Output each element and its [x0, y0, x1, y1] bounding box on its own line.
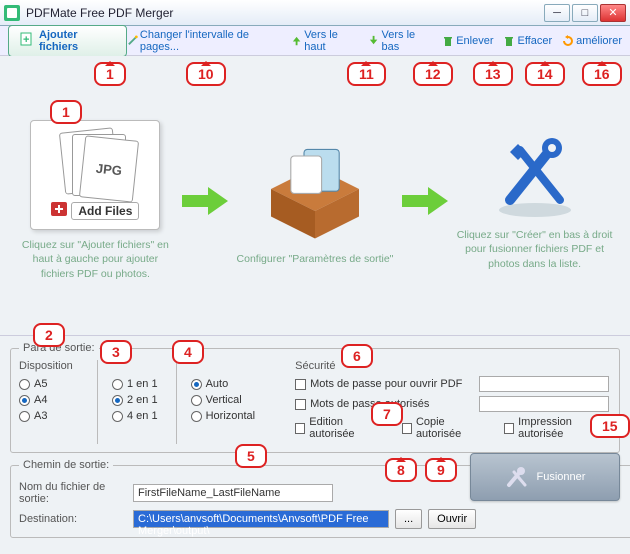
open-password-input[interactable] — [479, 376, 609, 392]
permissions-row: Edition autorisée Copie autorisée Impres… — [295, 416, 611, 444]
refresh-icon — [562, 35, 574, 47]
callout-3: 3 — [100, 340, 132, 364]
minimize-button[interactable]: ─ — [544, 4, 570, 22]
callout-2: 2 — [33, 323, 65, 347]
radio-a4[interactable]: A4 — [19, 394, 79, 406]
step-2-caption: Configurer "Paramètres de sortie" — [237, 252, 394, 266]
toolbar-links: Changer l'intervalle de pages... Vers le… — [127, 29, 622, 53]
destination-label: Destination: — [19, 513, 127, 525]
wand-icon — [127, 35, 138, 47]
sheet-jpg: JPG — [79, 136, 139, 203]
callout-1: 1 — [94, 62, 126, 86]
radio-a3[interactable]: A3 — [19, 410, 79, 422]
radio-4in1[interactable]: 4 en 1 — [112, 410, 158, 422]
step-1: PDF JPG Add Files Cliquez sur "Ajouter f… — [15, 120, 175, 281]
app-icon — [4, 5, 20, 21]
radio-2in1[interactable]: 2 en 1 — [112, 394, 158, 406]
arrow-down-icon — [368, 35, 379, 47]
window-controls: ─ □ ✕ — [544, 4, 626, 22]
toolbar: + Ajouter fichiers Changer l'intervalle … — [0, 26, 630, 56]
trash-icon — [442, 35, 454, 47]
disposition-label: Disposition — [19, 360, 79, 372]
add-files-panel-footer: Add Files — [51, 200, 139, 220]
check-open-password[interactable]: Mots de passe pour ouvrir PDF — [295, 376, 611, 392]
callout-15: 15 — [590, 414, 630, 438]
trash-icon — [503, 35, 515, 47]
file-stack-icon: PDF JPG — [50, 130, 140, 200]
output-name-input[interactable] — [133, 484, 333, 502]
step-2: Configurer "Paramètres de sortie" — [235, 134, 395, 266]
svg-text:+: + — [23, 34, 29, 46]
arrow-right-icon — [402, 187, 448, 215]
destination-input[interactable]: C:\Users\anvsoft\Documents\Anvsoft\PDF F… — [133, 510, 389, 528]
security-group: Sécurité Mots de passe pour ouvrir PDF M… — [295, 360, 611, 444]
window-title: PDFMate Free PDF Merger — [26, 6, 173, 20]
radio-vertical[interactable]: Vertical — [191, 394, 256, 406]
callout-4: 4 — [172, 340, 204, 364]
title-bar: PDFMate Free PDF Merger ─ □ ✕ — [0, 0, 630, 26]
tools-icon — [490, 130, 580, 220]
callout-8: 8 — [385, 458, 417, 482]
merge-button[interactable]: Fusionner — [470, 453, 620, 501]
callout-5: 5 — [235, 444, 267, 468]
arrow-right-icon — [182, 187, 228, 215]
layout-groups: Disposition A5 A4 A3 1 en 1 2 en 1 4 en … — [19, 360, 255, 444]
improve-link[interactable]: améliorer — [562, 29, 622, 53]
clear-link[interactable]: Effacer — [503, 29, 552, 53]
check-auth-password[interactable]: Mots de passe autorisés — [295, 396, 611, 412]
main-steps-area: PDF JPG Add Files Cliquez sur "Ajouter f… — [0, 56, 630, 336]
move-up-link[interactable]: Vers le haut — [291, 29, 358, 53]
plus-badge-icon — [51, 202, 67, 219]
callout-6: 6 — [341, 344, 373, 368]
settings-area: Para de sortie: Disposition A5 A4 A3 1 e… — [0, 336, 630, 554]
auth-password-input[interactable] — [479, 396, 609, 412]
callout-16: 16 — [582, 62, 622, 86]
callout-10: 10 — [186, 62, 226, 86]
move-down-link[interactable]: Vers le bas — [368, 29, 432, 53]
step-3-caption: Cliquez sur "Créer" en bas à droit pour … — [455, 228, 615, 271]
callout-11: 11 — [347, 62, 386, 86]
browse-button[interactable]: ... — [395, 509, 422, 529]
arrow-up-icon — [291, 35, 302, 47]
nup-group: 1 en 1 2 en 1 4 en 1 — [97, 360, 158, 444]
remove-link[interactable]: Enlever — [442, 29, 493, 53]
radio-a5[interactable]: A5 — [19, 378, 79, 390]
merge-button-label: Fusionner — [537, 471, 586, 483]
callout-9: 9 — [425, 458, 457, 482]
maximize-button[interactable]: □ — [572, 4, 598, 22]
change-page-range-link[interactable]: Changer l'intervalle de pages... — [127, 29, 281, 53]
check-copy[interactable]: Copie autorisée — [402, 416, 486, 440]
callout-7: 7 — [371, 402, 403, 426]
add-files-icon: + — [19, 31, 35, 50]
wrench-icon — [505, 465, 529, 489]
callout-14: 14 — [525, 62, 565, 86]
radio-auto[interactable]: Auto — [191, 378, 256, 390]
step-3: Cliquez sur "Créer" en bas à droit pour … — [455, 130, 615, 271]
settings-box-icon — [260, 134, 370, 244]
close-button[interactable]: ✕ — [600, 4, 626, 22]
add-files-label: Ajouter fichiers — [39, 29, 116, 53]
callout-13: 13 — [473, 62, 513, 86]
radio-1in1[interactable]: 1 en 1 — [112, 378, 158, 390]
page-size-group: Disposition A5 A4 A3 — [19, 360, 79, 444]
output-name-label: Nom du fichier de sortie: — [19, 481, 127, 505]
add-files-button[interactable]: + Ajouter fichiers — [8, 25, 127, 57]
orientation-group: Auto Vertical Horizontal — [176, 360, 256, 444]
callout-12: 12 — [413, 62, 453, 86]
step-1-caption: Cliquez sur "Ajouter fichiers" en haut à… — [15, 238, 175, 281]
output-path-legend: Chemin de sortie: — [19, 459, 113, 471]
radio-horizontal[interactable]: Horizontal — [191, 410, 256, 422]
add-files-panel[interactable]: PDF JPG Add Files — [30, 120, 160, 230]
open-button[interactable]: Ouvrir — [428, 509, 476, 529]
callout-1b: 1 — [50, 100, 82, 124]
